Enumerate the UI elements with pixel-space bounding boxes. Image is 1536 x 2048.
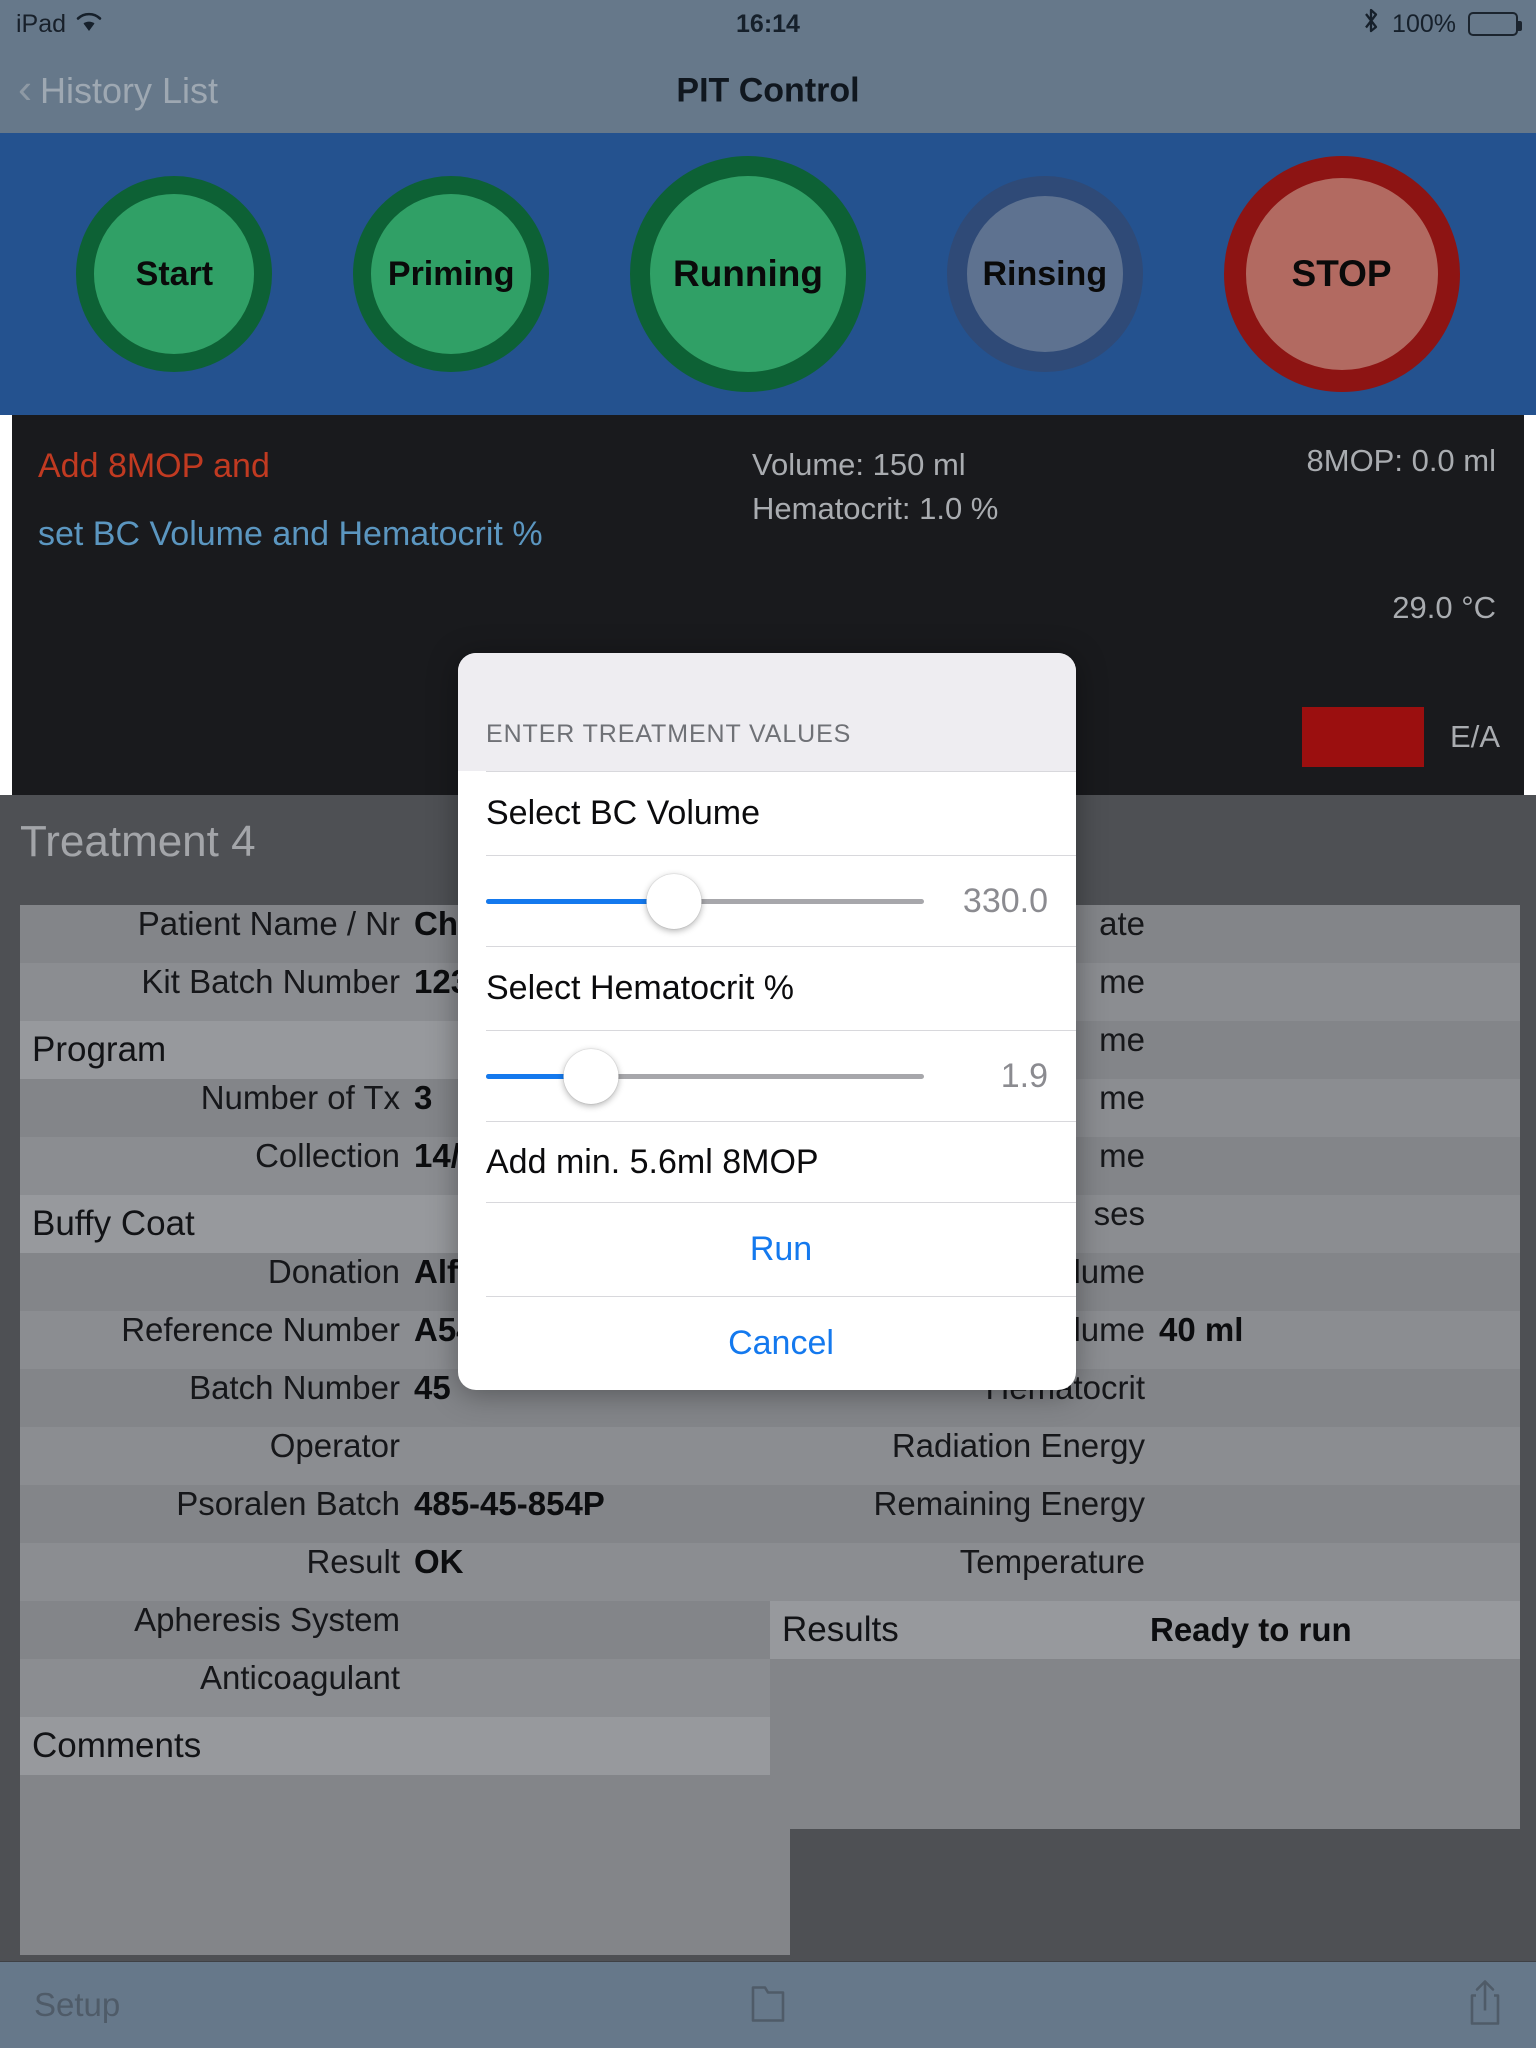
bc-volume-label: Select BC Volume <box>486 794 761 832</box>
row-label: Anticoagulant <box>200 1659 400 1696</box>
ea-status-row: E/A <box>1302 707 1500 767</box>
state-circle-row: Start Priming Running Rinsing STOP <box>0 133 1536 415</box>
hematocrit-label: Select Hematocrit % <box>486 969 794 1007</box>
hematocrit-slider-row[interactable]: 1.9 <box>486 1030 1076 1121</box>
dialog-header: ENTER TREATMENT VALUES <box>458 653 1076 771</box>
row-value: 3 <box>414 1079 433 1116</box>
bc-volume-label-row: Select BC Volume <box>486 771 1076 855</box>
state-circle-stop[interactable]: STOP <box>1223 156 1460 392</box>
results-detail-field <box>770 1659 1520 1829</box>
row-label: Patient Name / Nr <box>137 905 400 942</box>
bluetooth-icon <box>1362 7 1380 42</box>
state-circle-rinsing[interactable]: Rinsing <box>946 176 1143 372</box>
row-value: OK <box>414 1543 464 1580</box>
status-message-line-1: Add 8MOP and <box>38 447 270 485</box>
nav-bar: ‹ History List PIT Control <box>0 48 1536 134</box>
bc-volume-slider-row[interactable]: 330.0 <box>486 855 1076 946</box>
dialog-title: ENTER TREATMENT VALUES <box>486 720 852 748</box>
state-circle-priming[interactable]: Priming <box>353 176 550 372</box>
cancel-button[interactable]: Cancel <box>486 1296 1076 1390</box>
status-bar-clock: 16:14 <box>736 9 800 38</box>
row-label: Reference Number <box>121 1311 400 1348</box>
table-row[interactable]: Remaining Energy <box>770 1485 1520 1543</box>
row-label: Operator <box>269 1427 400 1464</box>
row-label: Remaining Energy <box>873 1485 1145 1522</box>
hematocrit-value: 1.9 <box>1000 1056 1048 1095</box>
row-label: Collection <box>255 1137 400 1174</box>
state-circle-start[interactable]: Start <box>76 176 273 372</box>
bc-volume-slider[interactable] <box>486 856 924 946</box>
table-row[interactable]: Apheresis System <box>20 1601 790 1659</box>
state-panel: Start Priming Running Rinsing STOP <box>0 133 1536 415</box>
table-row[interactable]: Temperature <box>770 1543 1520 1601</box>
comments-field[interactable] <box>20 1775 790 1955</box>
table-row[interactable]: Result OK <box>20 1543 790 1601</box>
table-row[interactable]: Operator <box>20 1427 790 1485</box>
row-label: Temperature <box>959 1543 1145 1580</box>
table-row[interactable]: Radiation Energy <box>770 1427 1520 1485</box>
row-value: 45 <box>414 1369 451 1406</box>
ea-status-indicator <box>1302 707 1425 767</box>
status-bar-right: 100% <box>1362 7 1522 42</box>
table-row[interactable]: Anticoagulant <box>20 1659 790 1717</box>
table-row[interactable]: Psoralen Batch 485-45-854P <box>20 1485 790 1543</box>
results-value: Ready to run <box>1150 1611 1352 1648</box>
mop-note: Add min. 5.6ml 8MOP <box>486 1142 819 1181</box>
hematocrit-label-row: Select Hematocrit % <box>486 946 1076 1030</box>
row-label: Donation <box>267 1253 400 1290</box>
bottom-toolbar: Setup <box>0 1961 1536 2048</box>
state-circle-running[interactable]: Running <box>629 156 866 392</box>
bc-volume-slider-knob[interactable] <box>646 873 702 929</box>
setup-button[interactable]: Setup <box>34 1986 120 2024</box>
treatment-title: Treatment 4 <box>20 817 256 866</box>
share-icon[interactable] <box>1468 1978 1502 2033</box>
battery-icon <box>1468 12 1522 36</box>
row-label: Batch Number <box>189 1369 400 1406</box>
battery-percent-label: 100% <box>1392 9 1456 38</box>
readout-measurements: Volume: 150 ml Hematocrit: 1.0 % <box>752 443 998 531</box>
row-label: Apheresis System <box>134 1601 400 1638</box>
enter-treatment-values-dialog: ENTER TREATMENT VALUES Select BC Volume … <box>458 653 1076 1390</box>
ea-status-label: E/A <box>1450 719 1500 754</box>
status-bar: iPad 16:14 100% <box>0 0 1536 48</box>
row-label: Radiation Energy <box>891 1427 1145 1464</box>
page-title: PIT Control <box>676 71 860 109</box>
readout-volume: Volume: 150 ml <box>752 447 966 482</box>
hematocrit-slider[interactable] <box>486 1031 924 1121</box>
section-header-comments: Comments <box>20 1717 790 1775</box>
results-label: Results <box>782 1610 899 1649</box>
row-value: 485-45-854P <box>414 1485 605 1522</box>
row-label: Psoralen Batch <box>176 1485 400 1522</box>
bc-volume-value: 330.0 <box>962 881 1048 920</box>
readout-hematocrit: Hematocrit: 1.0 % <box>752 491 999 527</box>
row-label: Result <box>306 1543 400 1580</box>
hematocrit-slider-knob[interactable] <box>563 1048 619 1104</box>
section-header-results: Results Ready to run <box>770 1601 1520 1659</box>
readout-temperature: 29.0 °C <box>1392 590 1496 625</box>
row-label: Kit Batch Number <box>141 963 400 1000</box>
row-label: Number of Tx <box>200 1079 400 1116</box>
row-value: 14/ <box>414 1137 460 1174</box>
status-message-line-2: set BC Volume and Hematocrit % <box>38 515 543 553</box>
mop-note-row: Add min. 5.6ml 8MOP <box>486 1121 1076 1202</box>
readout-8mop: 8MOP: 0.0 ml <box>1306 443 1497 478</box>
row-value: 40 ml <box>1159 1311 1244 1348</box>
run-button[interactable]: Run <box>486 1202 1076 1296</box>
folder-icon[interactable] <box>748 1981 788 2030</box>
